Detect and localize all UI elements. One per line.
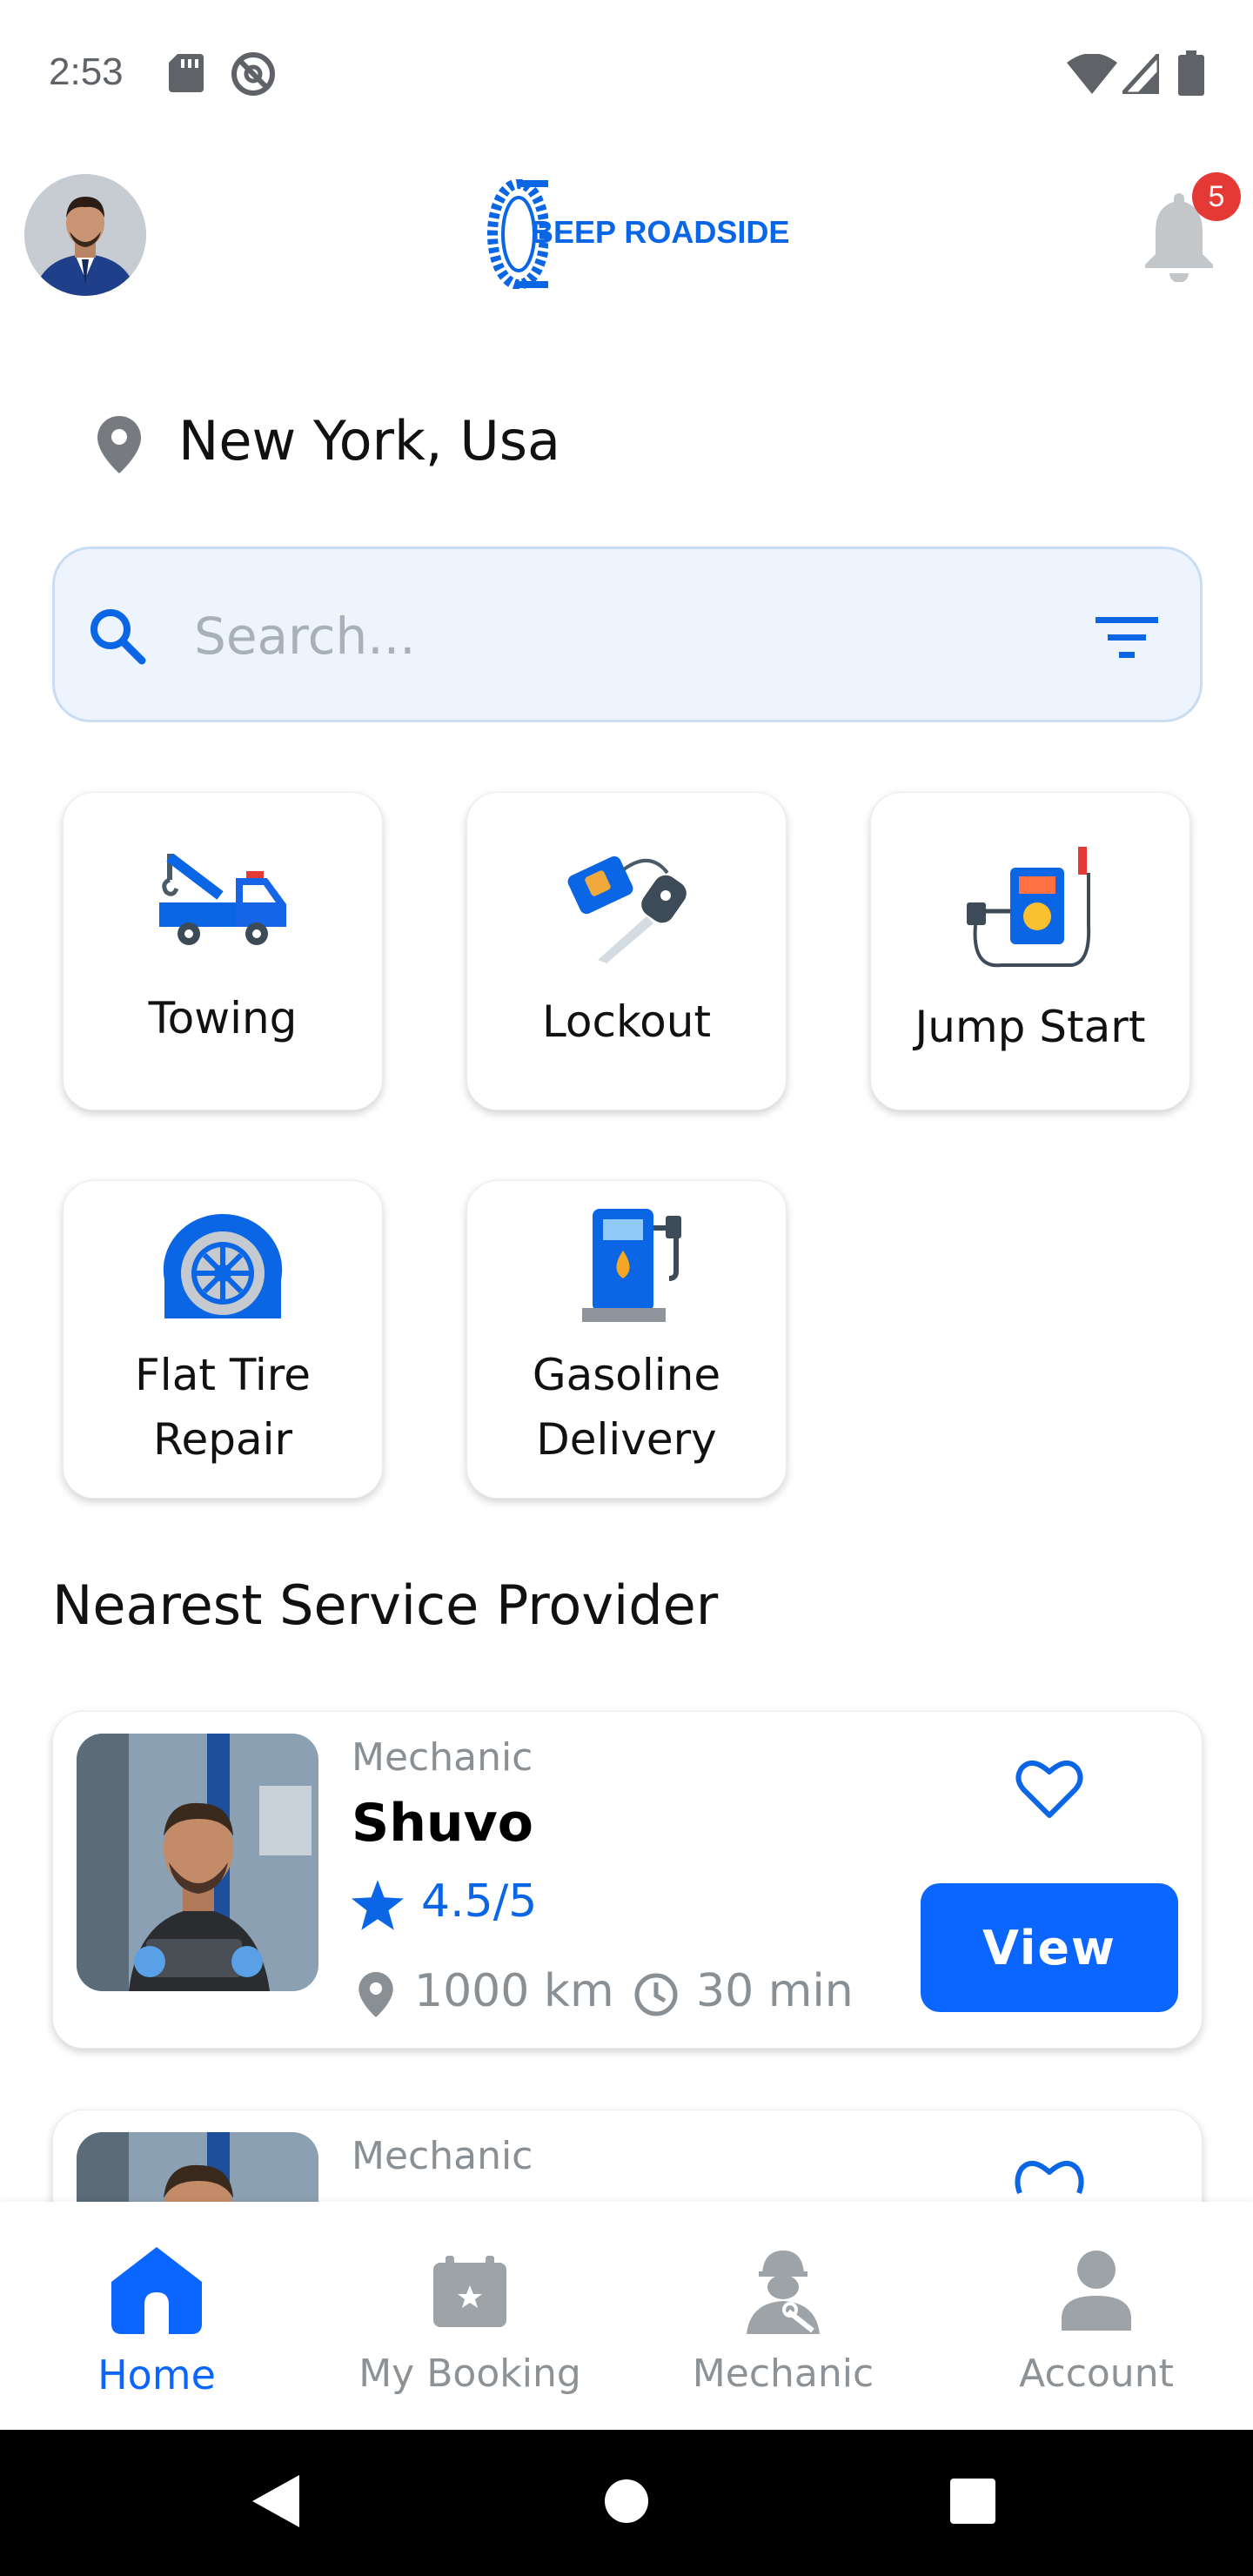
wifi-icon [1067, 54, 1117, 94]
provider-name: Shuvo [352, 1793, 533, 1854]
car-key-icon [567, 855, 687, 963]
favorite-heart-icon[interactable] [1015, 2158, 1084, 2202]
home-icon [111, 2247, 202, 2334]
fuel-pump-icon [582, 1209, 681, 1322]
provider-rating: 4.5/5 [421, 1875, 538, 1928]
nav-account[interactable]: Account [940, 2202, 1253, 2430]
nav-label: Mechanic [692, 2351, 874, 2396]
nav-my-booking[interactable]: My Booking [313, 2202, 626, 2430]
service-label: Lockout [541, 996, 712, 1047]
service-label-line1: Gasoline [532, 1350, 721, 1400]
favorite-heart-icon[interactable] [1015, 1758, 1084, 1821]
signal-icon [1122, 54, 1159, 94]
recents-icon[interactable] [950, 2479, 995, 2524]
star-icon [352, 1880, 404, 1930]
service-label: Jump Start [915, 1002, 1146, 1052]
user-photo [24, 174, 146, 296]
filter-icon[interactable] [1096, 615, 1158, 661]
account-icon [1062, 2251, 1131, 2331]
section-title: Nearest Service Provider [52, 1573, 719, 1637]
service-towing[interactable]: Towing [63, 792, 383, 1110]
system-navigation-bar [0, 2430, 1253, 2576]
service-jump-start[interactable]: Jump Start [870, 792, 1190, 1110]
search-bar[interactable] [52, 547, 1203, 722]
home-circle-icon[interactable] [604, 2479, 649, 2524]
provider-role: Mechanic [352, 2134, 533, 2178]
battery-icon [1178, 50, 1204, 96]
nav-label: My Booking [358, 2351, 581, 2396]
search-icon [90, 609, 146, 665]
bottom-navigation: Home My Booking Mechanic Account [0, 2202, 1253, 2430]
tow-truck-icon [159, 854, 286, 945]
nav-home[interactable]: Home [0, 2202, 313, 2430]
provider-eta: 30 min [696, 1965, 854, 2017]
calendar-icon [433, 2256, 506, 2327]
back-icon[interactable] [252, 2475, 299, 2527]
nav-label: Home [97, 2351, 216, 2398]
distance-pin-icon [358, 1972, 393, 2017]
provider-photo [77, 1734, 318, 1991]
location-pin-icon [97, 416, 141, 473]
logo-text: BEEP ROADSIDE [531, 214, 790, 250]
service-label-line2: Delivery [536, 1414, 717, 1465]
flat-tire-icon [163, 1213, 283, 1318]
provider-role: Mechanic [352, 1735, 533, 1780]
service-lockout[interactable]: Lockout [466, 792, 787, 1110]
location-text[interactable]: New York, Usa [178, 409, 560, 473]
service-gasoline[interactable]: Gasoline Delivery [466, 1180, 787, 1499]
search-input[interactable] [194, 593, 1047, 680]
status-time: 2:53 [49, 50, 124, 93]
notification-badge: 5 [1192, 172, 1241, 221]
provider-distance: 1000 km [414, 1965, 614, 2017]
service-label: Towing [148, 993, 298, 1043]
clock-icon [634, 1973, 678, 2016]
service-flat-tire[interactable]: Flat Tire Repair [63, 1180, 383, 1499]
avatar[interactable] [24, 174, 146, 296]
mechanic-icon [747, 2251, 820, 2334]
dnd-icon [231, 52, 275, 96]
jump-starter-icon [967, 847, 1091, 968]
service-label-line1: Flat Tire [135, 1350, 311, 1400]
sd-card-icon [169, 54, 204, 92]
service-label-line2: Repair [152, 1414, 293, 1465]
nav-mechanic[interactable]: Mechanic [626, 2202, 940, 2430]
view-button[interactable]: View [921, 1883, 1178, 2012]
nav-label: Account [1019, 2351, 1174, 2396]
